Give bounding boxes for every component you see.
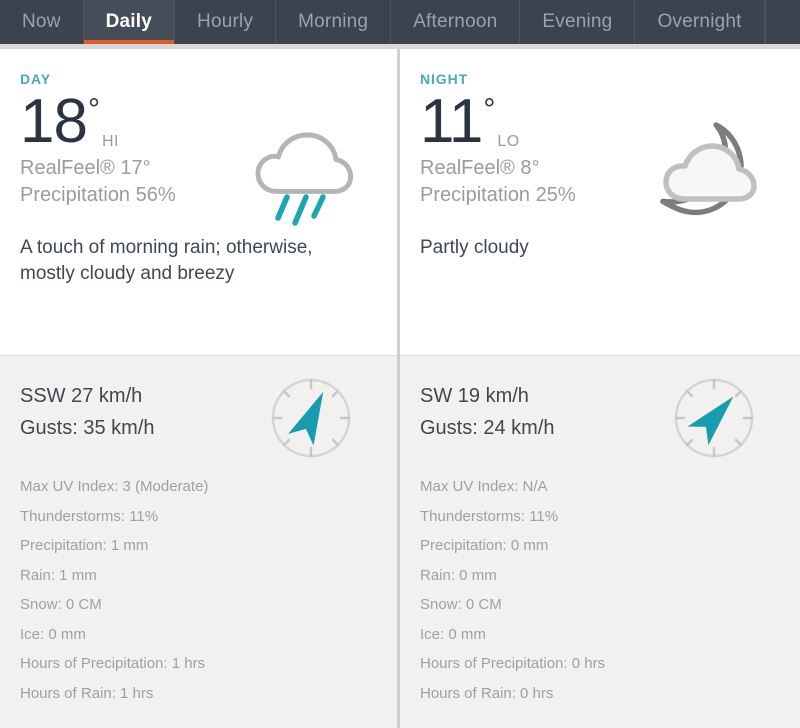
- list-item: Rain: 0 mm: [420, 566, 497, 584]
- day-degree-symbol: °: [87, 93, 100, 126]
- list-item: Ice: 0 mm: [420, 625, 486, 643]
- list-item: Max UV Index: N/A: [420, 478, 548, 495]
- list-item: Hours of Rain: 0 hrs: [420, 684, 554, 702]
- night-details-card: SW 19 km/h Gusts: 24 km/h Max UV Index: …: [400, 355, 800, 728]
- tab-now[interactable]: Now: [0, 0, 84, 44]
- list-item: Thunderstorms: 11%: [420, 507, 559, 525]
- list-item: Hours of Precipitation: 1 hrs: [20, 655, 206, 672]
- tab-label: Hourly: [197, 11, 254, 32]
- cloud-rain-icon: [241, 107, 371, 227]
- night-temperature-suffix: LO: [497, 133, 520, 150]
- day-period-label: DAY: [20, 71, 51, 87]
- day-column: DAY 18 ° HI RealFeel® 17° Precipitation …: [0, 49, 400, 728]
- tab-label: Now: [22, 11, 61, 32]
- night-degree-symbol: °: [483, 93, 496, 126]
- night-temperature-value: 11: [420, 87, 483, 156]
- list-item: Hours of Rain: 1 hrs: [20, 684, 154, 702]
- tab-afternoon[interactable]: Afternoon: [391, 0, 521, 44]
- day-temperature-suffix: HI: [101, 133, 119, 150]
- list-item: Hours of Precipitation: 0 hrs: [420, 655, 606, 672]
- tab-label: Afternoon: [413, 11, 498, 32]
- tab-label: Overnight: [657, 11, 742, 32]
- compass-icon: [670, 374, 758, 462]
- list-item: Snow: 0 CM: [420, 596, 502, 613]
- forecast-columns: DAY 18 ° HI RealFeel® 17° Precipitation …: [0, 49, 800, 728]
- night-period-label: NIGHT: [420, 71, 469, 87]
- tab-evening[interactable]: Evening: [520, 0, 636, 44]
- forecast-tab-bar: Now Daily Hourly Morning Afternoon Eveni…: [0, 0, 800, 44]
- day-summary-card: DAY 18 ° HI RealFeel® 17° Precipitation …: [0, 49, 397, 355]
- night-column: NIGHT 11 ° LO RealFeel® 8° Precipitation…: [400, 49, 800, 728]
- night-stats-list: Max UV Index: N/A Thunderstorms: 11% Pre…: [420, 472, 780, 708]
- day-temperature-value: 18: [20, 87, 88, 156]
- night-summary-card: NIGHT 11 ° LO RealFeel® 8° Precipitation…: [400, 49, 800, 355]
- day-stats-list: Max UV Index: 3 (Moderate) Thunderstorms…: [20, 472, 377, 708]
- tab-hourly[interactable]: Hourly: [175, 0, 277, 44]
- compass-icon: [267, 374, 355, 462]
- list-item: Max UV Index: 3 (Moderate): [20, 478, 209, 495]
- day-description: A touch of morning rain; otherwise, most…: [20, 237, 313, 284]
- list-item: Ice: 0 mm: [20, 625, 86, 643]
- moon-cloud-icon: [644, 107, 774, 227]
- tab-label: Evening: [542, 11, 613, 32]
- tab-label: Morning: [298, 11, 369, 32]
- tab-morning[interactable]: Morning: [276, 0, 392, 44]
- tab-bar-filler: [764, 0, 800, 44]
- tab-daily[interactable]: Daily: [83, 0, 176, 44]
- list-item: Rain: 1 mm: [20, 566, 97, 584]
- list-item: Snow: 0 CM: [20, 596, 102, 613]
- night-description: Partly cloudy: [420, 237, 529, 258]
- tab-overnight[interactable]: Overnight: [635, 0, 765, 44]
- day-details-card: SSW 27 km/h Gusts: 35 km/h Max UV Index:…: [0, 355, 397, 728]
- list-item: Thunderstorms: 11%: [20, 507, 159, 525]
- list-item: Precipitation: 1 mm: [20, 537, 149, 554]
- list-item: Precipitation: 0 mm: [420, 537, 549, 554]
- tab-label: Daily: [105, 11, 153, 32]
